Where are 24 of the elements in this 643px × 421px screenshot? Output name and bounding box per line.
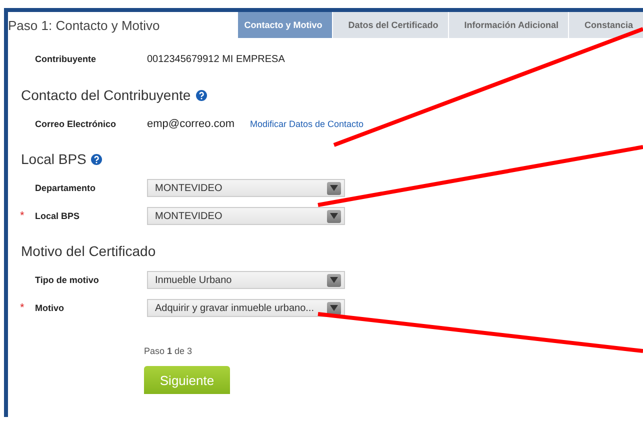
step-tab[interactable]: Constancia	[568, 12, 643, 38]
help-icon[interactable]	[91, 154, 102, 164]
page-title: Paso 1: Contacto y Motivo	[8, 17, 160, 33]
help-icon[interactable]	[196, 90, 207, 100]
select-field[interactable]: MONTEVIDEO	[147, 179, 345, 197]
edit-contact-link[interactable]: Modificar Datos de Contacto	[250, 119, 364, 129]
required-mark: *	[20, 302, 24, 314]
section-heading: Contacto del Contribuyente	[21, 87, 191, 103]
field-label: Contribuyente	[35, 54, 98, 64]
section-heading: Motivo del Certificado	[21, 243, 156, 259]
select-field[interactable]: Adquirir y gravar inmueble urbano...	[147, 299, 345, 317]
step-tab[interactable]: Información Adicional	[448, 12, 568, 38]
step-tab[interactable]: Datos del Certificado	[332, 12, 448, 38]
field-label: Tipo de motivo	[35, 275, 100, 285]
taxpayer-value: 0012345679912 MI EMPRESA	[147, 54, 285, 64]
select-field[interactable]: MONTEVIDEO	[147, 207, 345, 225]
field-label: Correo Electrónico	[35, 119, 118, 129]
email-value: emp@correo.com	[147, 118, 236, 130]
field-label: Local BPS	[35, 211, 81, 221]
required-mark: *	[20, 210, 24, 222]
section-heading: Local BPS	[21, 151, 86, 167]
field-label: Departamento	[35, 183, 97, 193]
field-label: Motivo	[35, 303, 65, 313]
select-field[interactable]: Inmueble Urbano	[147, 271, 345, 289]
